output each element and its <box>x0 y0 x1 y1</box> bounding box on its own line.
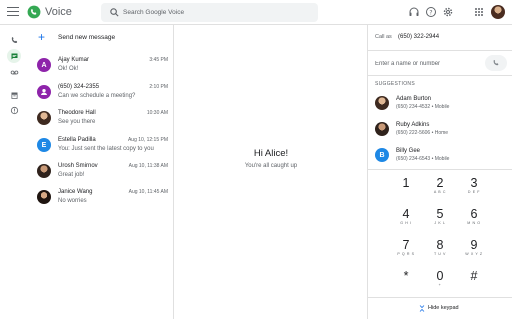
greeting-text: Hi Alice! <box>253 148 289 159</box>
contact-avatar: B <box>375 148 389 162</box>
message-time: 10:30 AM <box>146 110 168 116</box>
top-app-bar: Voice ? <box>0 0 512 25</box>
message-time: 3:45 PM <box>149 57 168 63</box>
dial-keypad: 1 2A B C 3D E F 4G H I 5J K L 6M N O 7P … <box>368 170 512 298</box>
search-input[interactable] <box>123 5 313 20</box>
message-preview: Great job! <box>58 172 85 178</box>
nav-archive[interactable] <box>7 88 21 102</box>
apps-grid-icon[interactable] <box>473 6 485 18</box>
spam-icon <box>10 106 18 114</box>
nav-messages[interactable] <box>7 49 21 63</box>
message-time: Aug 10, 12:15 PM <box>127 137 168 143</box>
messages-icon <box>11 53 17 59</box>
suggestion-item[interactable]: Ruby Adkins (650) 222-5606 • Home <box>368 116 512 142</box>
nav-voicemail[interactable] <box>7 65 21 79</box>
name-or-number-input[interactable] <box>375 57 485 71</box>
key-9[interactable]: 9W X Y Z <box>454 234 494 264</box>
call-as-number[interactable]: (650) 322-2944 <box>398 34 439 40</box>
contact-name: Ajay Kumar <box>58 57 90 63</box>
plus-icon: + <box>38 30 46 44</box>
key-hash[interactable]: # <box>454 265 494 295</box>
conversation-item[interactable]: Theodore Hall See you there 10:30 AM <box>28 105 174 132</box>
voicemail-icon <box>10 70 18 74</box>
conversation-item[interactable]: Urosh Smirnov Great job! Aug 10, 11:38 A… <box>28 158 174 185</box>
conversation-list: + Send new message A Ajay Kumar Ok! Ok! … <box>28 25 174 319</box>
call-as-label: Call as <box>375 34 392 40</box>
phone-icon <box>493 60 499 66</box>
nav-calls[interactable] <box>7 33 21 47</box>
message-time: Aug 10, 11:45 AM <box>128 189 168 195</box>
settings-icon[interactable] <box>442 6 454 18</box>
search-bar[interactable] <box>101 3 318 22</box>
contact-avatar: E <box>37 138 51 152</box>
suggestion-item[interactable]: Adam Burton (650) 234-4532 • Mobile <box>368 90 512 116</box>
contact-photo-avatar <box>37 111 51 125</box>
message-preview: See you there <box>58 119 96 125</box>
svg-text:?: ? <box>429 9 432 16</box>
conversation-item[interactable]: A Ajay Kumar Ok! Ok! 3:45 PM <box>28 52 174 79</box>
empty-state-panel: Hi Alice! You're all caught up <box>175 25 367 319</box>
conversation-item[interactable]: (650) 324-2355 Can we schedule a meeting… <box>28 79 174 106</box>
message-time: 2:10 PM <box>149 84 168 90</box>
account-avatar[interactable] <box>491 5 505 19</box>
hide-keypad-button[interactable]: Hide keypad <box>368 298 512 318</box>
send-new-message-button[interactable]: + Send new message <box>28 25 174 51</box>
hide-keypad-label: Hide keypad <box>428 305 459 311</box>
conversation-item[interactable]: E Estella Padilla You: Just sent the lat… <box>28 132 174 159</box>
collapse-icon <box>419 305 425 312</box>
send-new-message-label: Send new message <box>58 34 116 41</box>
suggestions-heading: SUGGESTIONS <box>375 81 415 87</box>
message-preview: Ok! Ok! <box>58 66 79 72</box>
google-voice-logo-icon <box>27 5 41 19</box>
suggestion-name: Adam Burton <box>396 96 432 102</box>
conversation-item[interactable]: Janice Wang No worries Aug 10, 11:45 AM <box>28 184 174 211</box>
divider <box>368 50 512 51</box>
contact-photo-avatar <box>37 164 51 178</box>
person-icon <box>41 89 47 95</box>
contact-avatar <box>37 85 51 99</box>
app-title: Voice <box>45 6 72 18</box>
message-time: Aug 10, 11:38 AM <box>128 163 168 169</box>
caught-up-text: You're all caught up <box>244 163 298 169</box>
dialer-panel: Call as (650) 322-2944 SUGGESTIONS Adam … <box>367 25 512 319</box>
nav-spam[interactable] <box>7 103 21 117</box>
call-button[interactable] <box>485 55 507 71</box>
calls-icon <box>11 36 17 43</box>
contact-photo-avatar <box>375 122 389 136</box>
key-3[interactable]: 3D E F <box>454 172 494 202</box>
divider <box>368 75 512 76</box>
help-icon[interactable]: ? <box>425 6 437 18</box>
contact-photo-avatar <box>37 190 51 204</box>
main-menu-button[interactable] <box>7 7 19 17</box>
suggestion-name: Ruby Adkins <box>396 122 430 128</box>
suggestion-detail: (650) 234-6543 • Mobile <box>396 156 450 162</box>
suggestion-detail: (650) 222-5606 • Home <box>396 130 449 136</box>
contact-photo-avatar <box>375 96 389 110</box>
suggestion-name: Billy Gee <box>396 148 421 154</box>
message-preview: No worries <box>58 198 87 204</box>
contact-name: Estella Padilla <box>58 137 96 143</box>
contact-name: Janice Wang <box>58 189 93 195</box>
suggestion-item[interactable]: B Billy Gee (650) 234-6543 • Mobile <box>368 142 512 168</box>
message-preview: Can we schedule a meeting? <box>58 93 136 99</box>
search-icon <box>110 8 119 17</box>
key-6[interactable]: 6M N O <box>454 203 494 233</box>
contact-name: Urosh Smirnov <box>58 163 98 169</box>
headset-icon[interactable] <box>408 6 420 18</box>
contact-name: (650) 324-2355 <box>58 84 100 90</box>
suggestion-detail: (650) 234-4532 • Mobile <box>396 104 450 110</box>
contact-avatar: A <box>37 58 51 72</box>
message-preview: You: Just sent the latest copy to you <box>58 146 154 152</box>
contact-name: Theodore Hall <box>58 110 96 116</box>
archive-icon <box>11 92 17 99</box>
navigation-rail <box>0 25 28 319</box>
